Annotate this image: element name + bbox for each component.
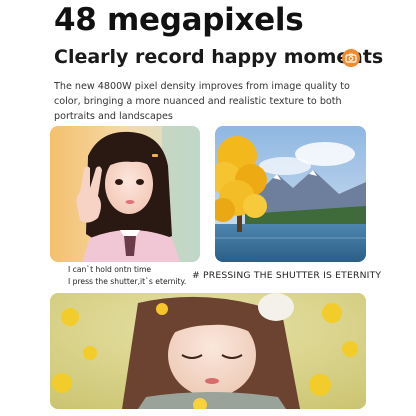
subheadline: Clearly record happy moments [54, 46, 384, 68]
caption-right: # PRESSING THE SHUTTER IS ETERNITY [192, 270, 382, 281]
portrait-photo [50, 126, 200, 262]
caption-left-line2: I press the shutter,it`s eternity. [68, 277, 187, 286]
camera-badge [342, 49, 360, 67]
camera-icon [345, 53, 357, 63]
landscape-photo [215, 126, 366, 262]
description: The new 4800W pixel density improves fro… [54, 81, 350, 122]
headline: 48 megapixels [54, 2, 304, 38]
caption-left-line1: I can`t hold ontn time [68, 265, 152, 274]
caption-left: I can`t hold ontn time I press the shutt… [68, 264, 186, 288]
flowers-portrait-photo [50, 293, 366, 409]
